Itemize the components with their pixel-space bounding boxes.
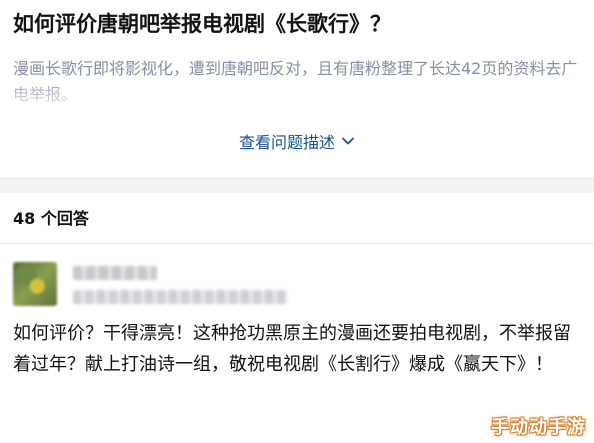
chevron-down-icon [342,137,354,145]
watermark-logo: 手动动手游 [491,417,586,438]
section-divider [0,178,594,193]
answers-header: 48 个回答 [0,193,594,244]
detail-fade-overlay [0,76,594,112]
question-section: 如何评价唐朝吧举报电视剧《长歌行》？ 漫画长歌行即将影视化，遭到唐朝吧反对，且有… [0,0,594,176]
answer-author[interactable] [13,262,573,312]
avatar[interactable] [13,262,57,306]
author-headline-blurred [73,290,287,304]
author-name-blurred[interactable] [73,266,157,280]
answers-count: 48 个回答 [13,209,89,228]
expand-question-button[interactable]: 查看问题描述 [0,124,594,158]
expand-question-label: 查看问题描述 [238,133,335,152]
answer-content[interactable]: 如何评价？干得漂亮！这种抢功黑原主的漫画还要拍电视剧，不举报留着过年？献上打油诗… [13,318,583,380]
question-title[interactable]: 如何评价唐朝吧举报电视剧《长歌行》？ [13,8,583,40]
